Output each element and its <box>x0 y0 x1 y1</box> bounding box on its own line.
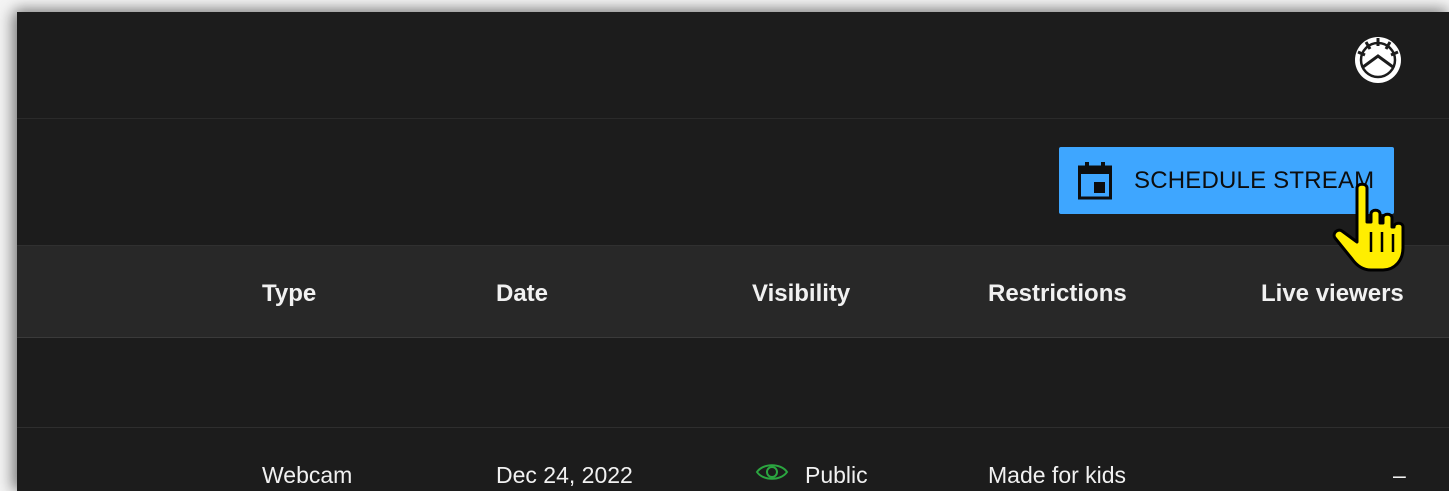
live-streams-panel: SCHEDULE STREAM Type Date Visibility Res… <box>17 12 1449 491</box>
cell-live-viewers: – <box>1393 462 1406 488</box>
column-header-restrictions[interactable]: Restrictions <box>988 280 1127 308</box>
table-header: Type Date Visibility Restrictions Live v… <box>17 245 1449 338</box>
table-row[interactable]: Webcam Dec 24, 2022 Public Made for kids… <box>17 428 1449 491</box>
column-header-date[interactable]: Date <box>496 280 548 308</box>
column-header-type[interactable]: Type <box>262 280 316 308</box>
cell-visibility[interactable]: Public <box>805 462 868 489</box>
table-spacer-row <box>17 338 1449 428</box>
calendar-icon <box>1078 161 1112 199</box>
schedule-stream-button[interactable]: SCHEDULE STREAM <box>1059 147 1394 214</box>
action-bar: SCHEDULE STREAM <box>17 119 1449 245</box>
channel-avatar-icon[interactable] <box>1354 36 1402 84</box>
eye-icon <box>755 464 789 480</box>
column-header-visibility[interactable]: Visibility <box>752 280 850 308</box>
cell-restrictions: Made for kids <box>988 462 1127 488</box>
cell-type: Webcam <box>262 462 353 488</box>
column-header-live-viewers[interactable]: Live viewers <box>1261 280 1404 308</box>
schedule-stream-label: SCHEDULE STREAM <box>1134 166 1375 194</box>
cell-date: Dec 24, 2022 <box>496 462 633 488</box>
top-bar <box>17 12 1449 119</box>
